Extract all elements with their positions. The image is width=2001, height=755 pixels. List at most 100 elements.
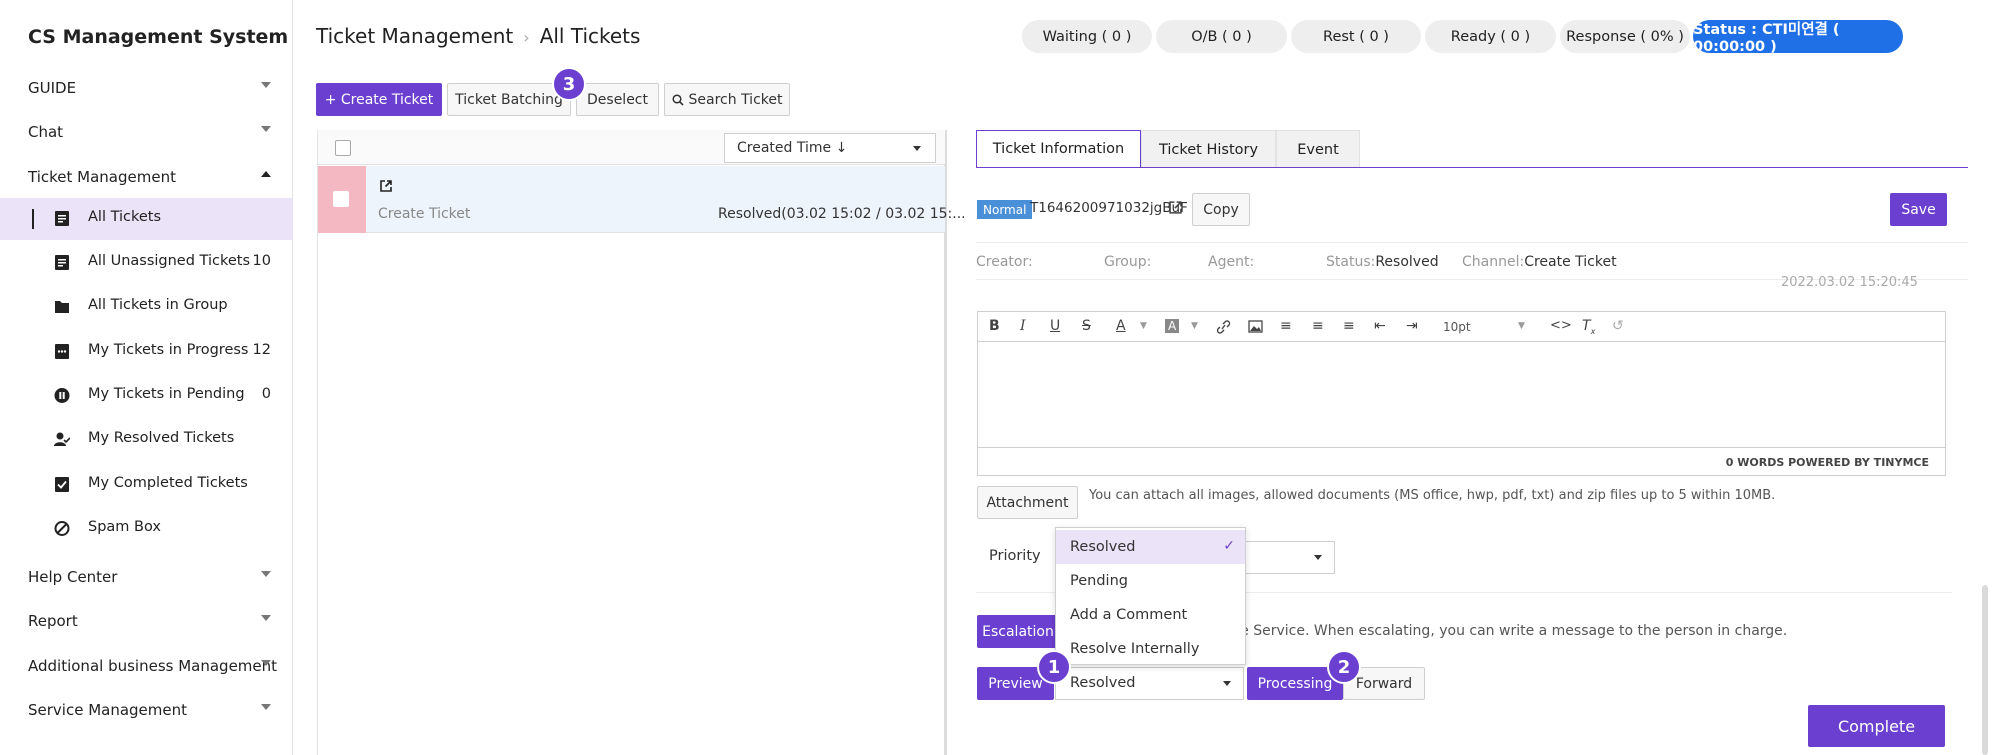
status-pill-ob[interactable]: O/B ( 0 )	[1156, 20, 1287, 53]
pause-icon	[54, 388, 70, 403]
align-right-icon[interactable]: ≡	[1343, 318, 1355, 334]
search-icon	[671, 93, 684, 106]
nav-guide[interactable]: GUIDE	[0, 68, 293, 108]
status-select[interactable]: Resolved	[1055, 667, 1244, 700]
tab-event[interactable]: Event	[1276, 130, 1360, 168]
row-checkbox[interactable]	[333, 191, 349, 207]
escalation-button[interactable]: Escalation	[977, 615, 1059, 648]
status-pill-response[interactable]: Response ( 0% )	[1560, 20, 1690, 53]
save-button[interactable]: Save	[1890, 193, 1947, 226]
dropdown-option-resolved[interactable]: Resolved ✓	[1056, 530, 1245, 564]
font-size-select[interactable]: 10pt	[1443, 320, 1471, 334]
checkbox-icon	[55, 477, 69, 492]
underline-icon[interactable]: U	[1050, 318, 1060, 334]
sort-select-value: Created Time ↓	[737, 140, 848, 156]
user-check-icon	[54, 432, 70, 446]
priority-select[interactable]	[1240, 541, 1335, 574]
breadcrumb: Ticket Management › All Tickets	[316, 24, 640, 48]
image-icon[interactable]	[1248, 320, 1263, 333]
nav-additional[interactable]: Additional business Management	[0, 646, 293, 686]
dropdown-option-pending[interactable]: Pending	[1056, 564, 1245, 598]
create-ticket-button[interactable]: + Create Ticket	[316, 83, 442, 116]
creator-field: Creator:	[976, 254, 1033, 270]
chevron-down-icon[interactable]: ▼	[1140, 321, 1147, 331]
channel-field-label: Channel:	[1462, 254, 1525, 270]
sidebar-item-all-unassigned[interactable]: All Unassigned Tickets 10	[0, 242, 293, 284]
ticket-row-title: Create Ticket	[378, 206, 471, 222]
italic-icon[interactable]: I	[1020, 318, 1026, 334]
dropdown-option-add-comment[interactable]: Add a Comment	[1056, 598, 1245, 632]
chevron-down-icon	[261, 615, 271, 621]
indent-icon[interactable]: ⇥	[1406, 318, 1418, 334]
strikethrough-icon[interactable]: S	[1082, 318, 1091, 334]
code-icon[interactable]: <>	[1550, 318, 1572, 333]
chevron-down-icon	[261, 126, 271, 132]
nav-help-center[interactable]: Help Center	[0, 557, 293, 597]
status-pill-waiting[interactable]: Waiting ( 0 )	[1022, 20, 1152, 53]
background-color-icon[interactable]: A	[1165, 319, 1180, 333]
sidebar-item-resolved[interactable]: My Resolved Tickets	[0, 419, 293, 461]
sort-select[interactable]: Created Time ↓	[724, 133, 936, 163]
nav-chat[interactable]: Chat	[0, 112, 293, 152]
sidebar-item-all-tickets[interactable]: All Tickets	[0, 198, 293, 240]
external-link-icon[interactable]	[380, 180, 392, 192]
timestamp: 2022.03.02 15:20:45	[1781, 275, 1918, 290]
channel-field: Channel:Create Ticket	[1462, 254, 1617, 270]
status-field: Status:Resolved	[1326, 254, 1439, 270]
outdent-icon[interactable]: ⇤	[1374, 318, 1386, 334]
deselect-button[interactable]: Deselect	[576, 83, 659, 116]
select-all-checkbox[interactable]	[335, 140, 351, 156]
nav-service[interactable]: Service Management	[0, 690, 293, 730]
nav-report[interactable]: Report	[0, 601, 293, 641]
nav-ticket-management[interactable]: Ticket Management	[0, 157, 293, 197]
attachment-button[interactable]: Attachment	[977, 486, 1078, 519]
nav-guide-label: GUIDE	[28, 79, 77, 97]
count-badge: 0	[261, 386, 271, 402]
align-center-icon[interactable]: ≡	[1312, 318, 1324, 334]
scrollbar[interactable]	[1982, 585, 1988, 755]
sidebar-item-completed[interactable]: My Completed Tickets	[0, 464, 293, 506]
sidebar-item-in-progress[interactable]: My Tickets in Progress 12	[0, 331, 293, 373]
count-badge: 12	[252, 342, 271, 358]
nav-additional-label: Additional business Management	[28, 657, 278, 675]
bold-icon[interactable]: B	[989, 318, 1000, 334]
cti-status-pill[interactable]: Status : CTI미연결 ( 00:00:00 )	[1693, 20, 1903, 55]
block-icon	[54, 521, 70, 536]
sidebar-item-spam[interactable]: Spam Box	[0, 508, 293, 550]
status-dropdown-menu: Resolved ✓ Pending Add a Comment Resolve…	[1055, 527, 1246, 665]
sidebar-item-all-in-group[interactable]: All Tickets in Group	[0, 286, 293, 328]
sidebar-item-in-pending[interactable]: My Tickets in Pending 0	[0, 375, 293, 417]
history-icon[interactable]: ↺	[1612, 318, 1624, 334]
table-row[interactable]: Create Ticket Resolved(03.02 15:02 / 03.…	[318, 166, 966, 233]
nav-service-label: Service Management	[28, 701, 188, 719]
rich-text-editor[interactable]: B I U S A ▼ A ▼ ≡ ≡ ≡ ⇤ ⇥ 10pt ▼ <> Tx ↺…	[977, 311, 1946, 476]
step-badge-2: 2	[1327, 650, 1361, 684]
sidebar-item-label: My Resolved Tickets	[88, 430, 235, 446]
ticket-row-status: Resolved(03.02 15:02 / 03.02 15:...	[718, 206, 966, 222]
breadcrumb-parent[interactable]: Ticket Management	[316, 24, 513, 48]
chevron-down-icon[interactable]: ▼	[1518, 321, 1525, 331]
check-icon: ✓	[1223, 538, 1235, 554]
search-ticket-button[interactable]: Search Ticket	[664, 83, 790, 116]
status-pill-ready[interactable]: Ready ( 0 )	[1425, 20, 1556, 53]
chevron-down-icon[interactable]: ▼	[1191, 321, 1198, 331]
align-left-icon[interactable]: ≡	[1280, 318, 1292, 334]
chevron-down-icon	[1223, 681, 1231, 686]
status-select-value: Resolved	[1070, 675, 1136, 691]
dropdown-option-resolve-internally[interactable]: Resolve Internally	[1056, 632, 1245, 666]
text-color-icon[interactable]: A	[1116, 318, 1126, 334]
sidebar-item-label: Spam Box	[88, 519, 161, 535]
clear-format-icon[interactable]: Tx	[1582, 318, 1595, 336]
status-pill-rest[interactable]: Rest ( 0 )	[1291, 20, 1421, 53]
sidebar-item-label: All Unassigned Tickets	[88, 253, 250, 269]
tab-ticket-information[interactable]: Ticket Information	[976, 130, 1141, 168]
app-title: CS Management System	[28, 26, 289, 48]
copy-button[interactable]: Copy	[1192, 193, 1250, 226]
complete-button[interactable]: Complete	[1808, 705, 1945, 747]
nav-chat-label: Chat	[28, 123, 64, 141]
link-icon[interactable]	[1216, 320, 1231, 334]
external-link-icon[interactable]	[1169, 201, 1182, 214]
priority-label: Priority	[989, 548, 1041, 564]
tab-ticket-history[interactable]: Ticket History	[1141, 130, 1276, 168]
chevron-down-icon	[913, 146, 921, 151]
